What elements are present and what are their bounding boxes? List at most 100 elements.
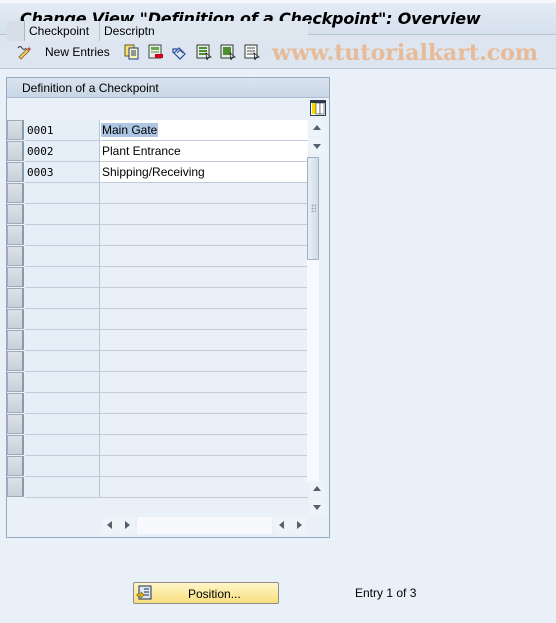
select-all-button[interactable] [196, 43, 212, 61]
select-all-icon [196, 44, 212, 61]
table-title-bar: Definition of a Checkpoint [7, 78, 329, 98]
row-selector[interactable] [7, 309, 24, 329]
empty-cell [100, 309, 308, 330]
cell-checkpoint[interactable]: 0003 [25, 162, 100, 183]
empty-cell [100, 393, 308, 414]
empty-cell [100, 351, 308, 372]
row-selector[interactable] [7, 204, 24, 224]
scroll-up-button-top[interactable] [309, 120, 325, 136]
edit-pencil-icon [16, 44, 32, 60]
table-settings-button[interactable] [310, 100, 326, 116]
row-selector[interactable] [7, 372, 24, 392]
undo-change-button[interactable] [172, 43, 188, 61]
select-block-button[interactable] [220, 43, 236, 61]
row-selector[interactable] [7, 141, 24, 161]
description-input[interactable]: Plant Entrance [100, 141, 308, 162]
horizontal-scrollbar-track[interactable] [137, 517, 272, 534]
cell-checkpoint [25, 225, 100, 246]
cell-checkpoint [25, 372, 100, 393]
row-selector[interactable] [7, 414, 24, 434]
description-input[interactable]: Main Gate [100, 120, 308, 141]
cell-checkpoint[interactable]: 0001 [25, 120, 100, 141]
cell-checkpoint [25, 183, 100, 204]
position-button-label: Position... [188, 587, 241, 601]
scroll-right-button-2[interactable] [291, 517, 307, 533]
row-selector[interactable] [7, 288, 24, 308]
scroll-left-button-1[interactable] [102, 517, 118, 533]
table-title: Definition of a Checkpoint [22, 81, 159, 95]
row-selector[interactable] [7, 330, 24, 350]
empty-cell [100, 372, 308, 393]
deselect-all-button[interactable] [244, 43, 260, 61]
scroll-right-button-1[interactable] [119, 517, 135, 533]
cell-checkpoint [25, 309, 100, 330]
row-selector[interactable] [7, 351, 24, 371]
empty-cell [100, 288, 308, 309]
select-block-icon [220, 44, 236, 61]
empty-cell [100, 330, 308, 351]
description-input[interactable]: Shipping/Receiving [100, 162, 308, 183]
empty-cell [100, 267, 308, 288]
column-header-description[interactable]: Descriptn [100, 21, 308, 41]
cell-checkpoint [25, 351, 100, 372]
cell-checkpoint [25, 330, 100, 351]
new-entries-label: New Entries [45, 45, 110, 59]
arrow-right-icon [125, 521, 130, 529]
scroll-up-button-bottom[interactable] [309, 481, 325, 497]
empty-cell [100, 435, 308, 456]
vertical-scrollbar-track[interactable] [307, 260, 319, 482]
undo-change-icon [172, 44, 188, 60]
row-selector[interactable] [7, 477, 24, 497]
arrow-left-icon [107, 521, 112, 529]
row-selector[interactable] [7, 456, 24, 476]
arrow-up-icon [313, 125, 321, 130]
column-header-checkpoint[interactable]: Checkpoint [25, 21, 100, 41]
cell-checkpoint[interactable]: 0002 [25, 141, 100, 162]
empty-cell [100, 246, 308, 267]
row-selector[interactable] [7, 393, 24, 413]
cell-checkpoint [25, 414, 100, 435]
scroll-left-button-2[interactable] [274, 517, 290, 533]
checkpoint-value: 0001 [27, 124, 54, 137]
select-all-rows-button[interactable] [7, 21, 25, 41]
empty-cell [100, 477, 308, 498]
deselect-all-icon [244, 44, 260, 61]
scroll-down-button-top[interactable] [309, 138, 325, 154]
row-selector[interactable] [7, 162, 24, 182]
delete-button[interactable] [148, 43, 164, 61]
arrow-down-icon [313, 505, 321, 510]
row-selector[interactable] [7, 435, 24, 455]
checkpoint-value: 0002 [27, 145, 54, 158]
delete-icon [148, 44, 164, 60]
scroll-down-button-bottom[interactable] [309, 499, 325, 515]
empty-cell [100, 414, 308, 435]
column-configuration-icon [311, 101, 325, 115]
row-selector[interactable] [7, 267, 24, 287]
cell-checkpoint [25, 456, 100, 477]
cell-checkpoint [25, 435, 100, 456]
row-selector[interactable] [7, 183, 24, 203]
empty-cell [100, 183, 308, 204]
position-button[interactable]: Position... [133, 582, 279, 604]
vertical-scrollbar-thumb[interactable] [307, 157, 319, 260]
row-selector[interactable] [7, 120, 24, 140]
description-value: Shipping/Receiving [102, 165, 205, 179]
cell-checkpoint [25, 393, 100, 414]
new-entries-button[interactable]: New Entries [45, 43, 110, 61]
display-change-button[interactable] [16, 43, 32, 61]
arrow-left-icon [279, 521, 284, 529]
cell-checkpoint [25, 204, 100, 225]
empty-cell [100, 456, 308, 477]
empty-cell [100, 204, 308, 225]
watermark-text: www.tutorialkart.com [272, 40, 539, 66]
cell-checkpoint [25, 267, 100, 288]
copy-as-icon [124, 44, 140, 60]
arrow-up-icon [313, 486, 321, 491]
row-selector[interactable] [7, 246, 24, 266]
cell-checkpoint [25, 477, 100, 498]
arrow-down-icon [313, 144, 321, 149]
row-selector[interactable] [7, 225, 24, 245]
copy-as-button[interactable] [124, 43, 140, 61]
entry-counter: Entry 1 of 3 [355, 586, 417, 600]
cell-checkpoint [25, 288, 100, 309]
